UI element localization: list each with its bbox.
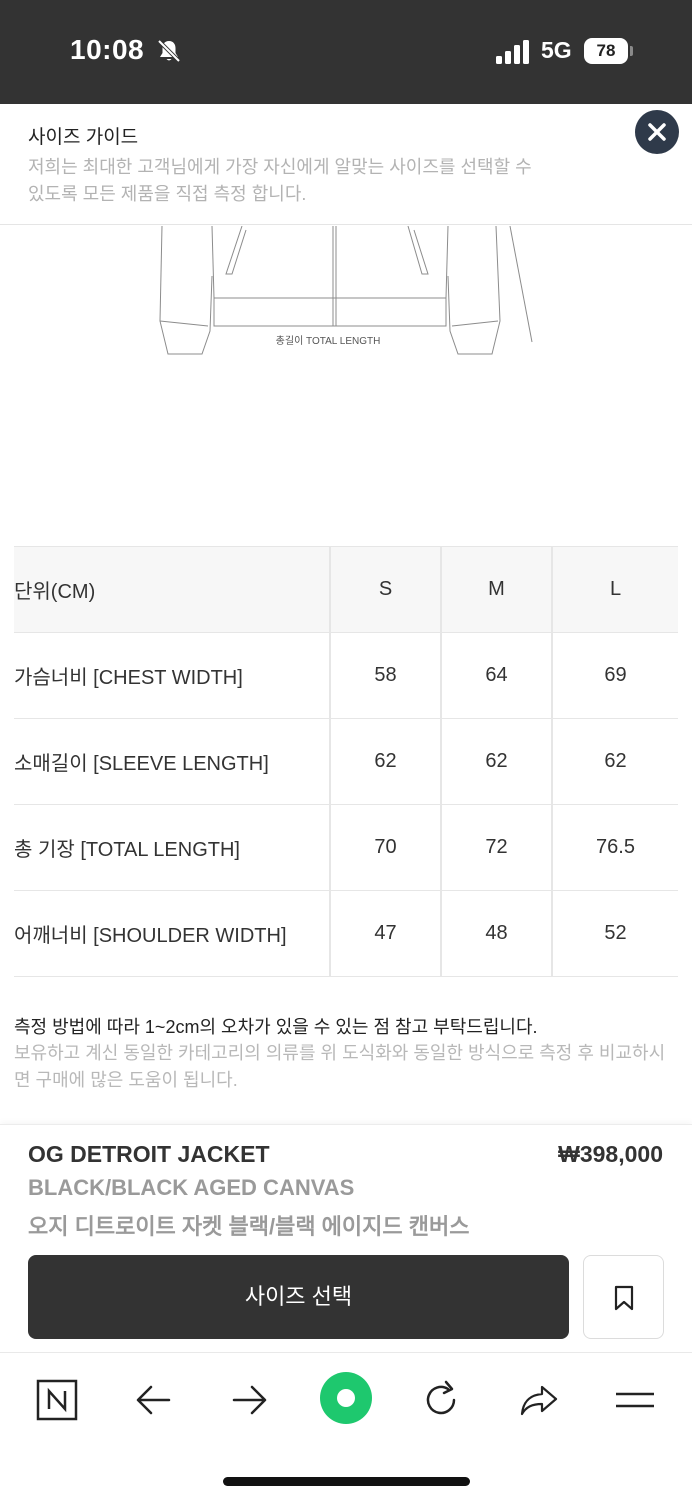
status-bar: 10:08 5G 78	[0, 0, 692, 104]
measurement-note: 측정 방법에 따라 1~2cm의 오차가 있을 수 있는 점 참고 부탁드립니다…	[14, 1017, 538, 1037]
cell-value: 58	[329, 632, 441, 719]
status-time: 10:08	[70, 34, 145, 65]
table-row: 어깨너비 [SHOULDER WIDTH] 47 48 52	[14, 890, 678, 977]
row-label: 총 기장 [TOTAL LENGTH]	[14, 804, 330, 891]
table-row: 총 기장 [TOTAL LENGTH] 70 72 76.5	[14, 804, 678, 891]
green-dot-icon[interactable]	[318, 1370, 374, 1426]
cell-value: 62	[329, 718, 441, 805]
size-header: S	[329, 546, 441, 633]
naver-home-icon[interactable]	[32, 1375, 82, 1425]
table-row: 가슴너비 [CHEST WIDTH] 58 64 69	[14, 632, 678, 719]
row-label: 소매길이 [SLEEVE LENGTH]	[14, 718, 330, 805]
bookmark-icon	[614, 1285, 634, 1311]
size-header: L	[551, 546, 678, 633]
diagram-caption: 총길이 TOTAL LENGTH	[275, 336, 381, 347]
product-purchase-bar: OG DETROIT JACKET ₩398,000 BLACK/BLACK A…	[0, 1124, 692, 1352]
product-price: ₩398,000	[558, 1141, 663, 1167]
home-indicator	[223, 1477, 470, 1486]
cell-value: 76.5	[551, 804, 678, 891]
product-korean-name: 오지 디트로이트 자켓 블랙/블랙 에이지드 캔버스	[28, 1214, 470, 1239]
cell-value: 62	[551, 718, 678, 805]
product-name: OG DETROIT JACKET	[28, 1141, 270, 1167]
close-icon	[648, 123, 666, 141]
row-label: 어깨너비 [SHOULDER WIDTH]	[14, 890, 330, 977]
measurement-tip: 보유하고 계신 동일한 카테고리의 의류를 위 도식화와 동일한 방식으로 측정…	[14, 1043, 666, 1090]
cell-value: 52	[551, 890, 678, 977]
cell-value: 47	[329, 890, 441, 977]
size-table: 단위(CM) S M L 가슴너비 [CHEST WIDTH] 58 64 69…	[14, 546, 678, 977]
table-header-row: 단위(CM) S M L	[14, 546, 678, 633]
size-header: M	[440, 546, 552, 633]
unit-header: 단위(CM)	[14, 546, 330, 633]
bell-muted-icon	[157, 39, 181, 63]
cell-value: 64	[440, 632, 552, 719]
size-guide-title: 사이즈 가이드	[28, 127, 139, 148]
size-select-button[interactable]: 사이즈 선택	[28, 1255, 569, 1339]
back-arrow-icon[interactable]	[129, 1375, 179, 1425]
size-guide-header: 사이즈 가이드 저희는 최대한 고객님에게 가장 자신에게 알맞는 사이즈를 선…	[0, 104, 692, 225]
row-label: 가슴너비 [CHEST WIDTH]	[14, 632, 330, 719]
size-guide-description: 저희는 최대한 고객님에게 가장 자신에게 알맞는 사이즈를 선택할 수 있도록…	[28, 157, 532, 204]
browser-toolbar	[0, 1352, 692, 1500]
battery-icon: 78	[584, 38, 633, 64]
cell-value: 70	[329, 804, 441, 891]
cell-value: 62	[440, 718, 552, 805]
battery-level: 78	[584, 38, 628, 64]
cell-value: 69	[551, 632, 678, 719]
bookmark-button[interactable]	[583, 1255, 664, 1339]
network-label: 5G	[541, 37, 572, 63]
share-icon[interactable]	[514, 1375, 564, 1425]
table-row: 소매길이 [SLEEVE LENGTH] 62 62 62	[14, 718, 678, 805]
cell-value: 48	[440, 890, 552, 977]
signal-icon	[496, 40, 529, 64]
refresh-icon[interactable]	[416, 1375, 466, 1425]
cell-value: 72	[440, 804, 552, 891]
close-button[interactable]	[635, 110, 679, 154]
forward-arrow-icon[interactable]	[224, 1375, 274, 1425]
product-color: BLACK/BLACK AGED CANVAS	[28, 1175, 355, 1200]
menu-icon[interactable]	[610, 1375, 660, 1425]
